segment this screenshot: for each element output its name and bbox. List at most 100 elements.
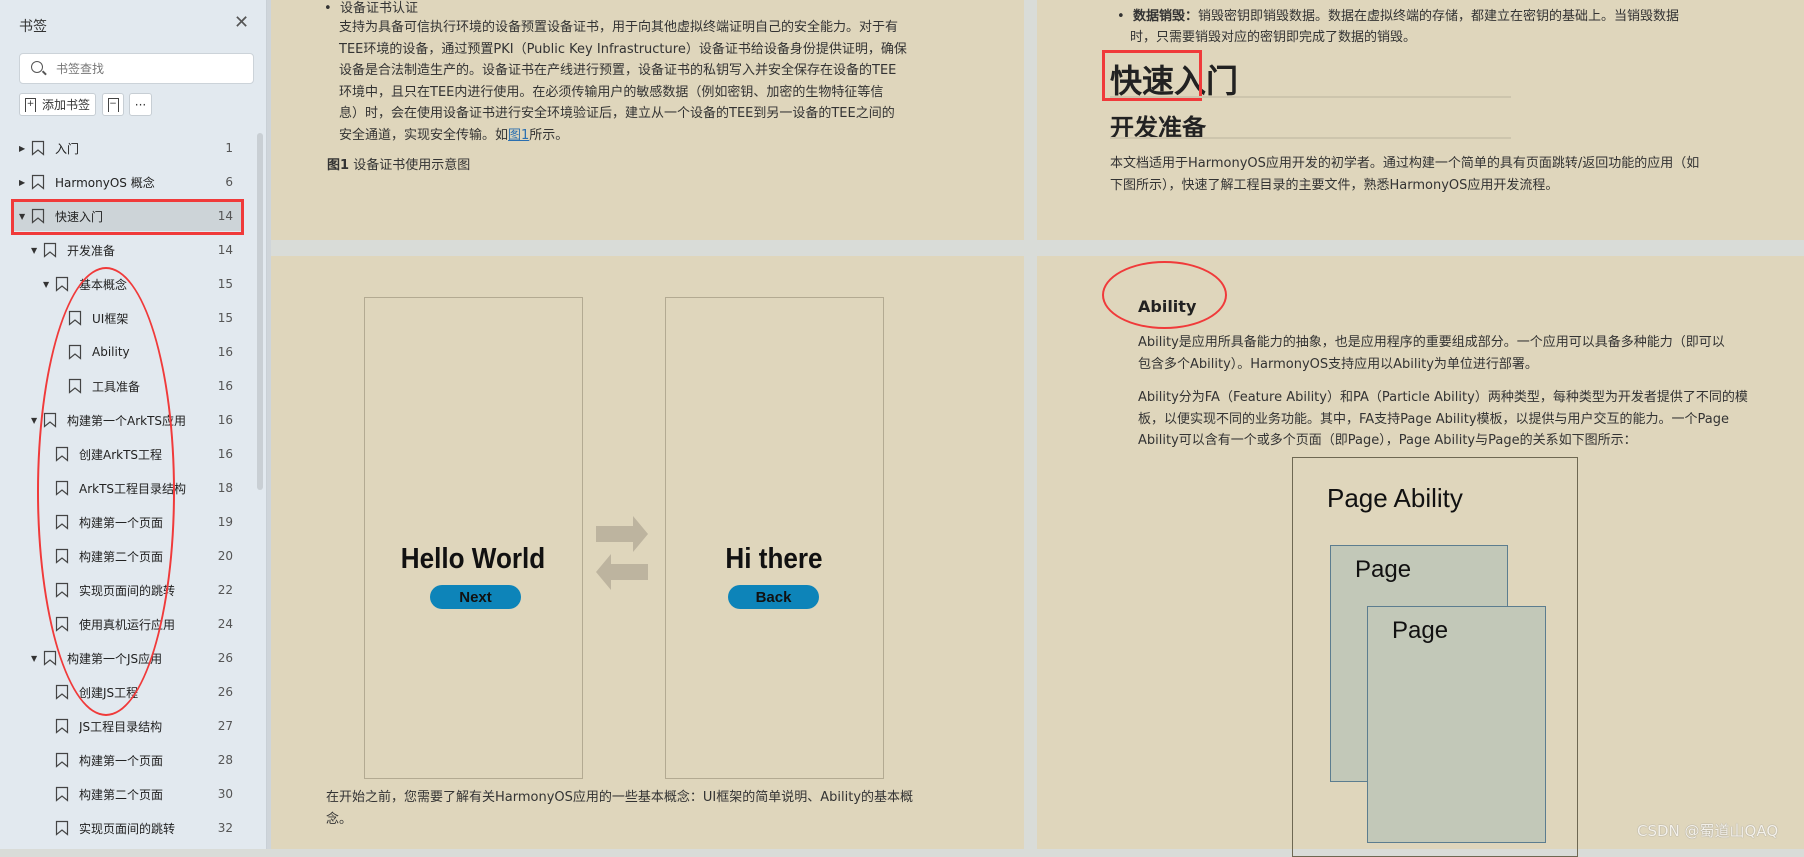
bookmark-icon — [55, 480, 69, 496]
paragraph: Ability分为FA（Feature Ability）和PA（Particle… — [1138, 387, 1748, 452]
bookmark-label: 入门 — [55, 141, 80, 156]
figure-label: 图1 — [327, 158, 350, 173]
bookmark-item[interactable]: 实现页面间的跳转 22 — [12, 575, 243, 605]
paragraph: 本文档适用于HarmonyOS应用开发的初学者。通过构建一个简单的具有页面跳转/… — [1110, 153, 1699, 196]
collapse-toggle-icon[interactable]: ▼ — [31, 654, 37, 663]
bookmark-page-number: 26 — [217, 651, 233, 665]
bookmark-label: UI框架 — [92, 311, 129, 326]
bookmark-page-number: 15 — [217, 277, 233, 291]
bullet-item: • 数据销毁：销毁密钥即销毁数据。数据在虚拟终端的存储，都建立在密钥的基础上。当… — [1117, 9, 1679, 24]
bookmark-page-number: 14 — [217, 209, 233, 223]
bookmark-item[interactable]: Ability 16 — [12, 337, 243, 367]
bookmark-label: 创建JS工程 — [79, 685, 139, 700]
bookmark-item[interactable]: ▶ HarmonyOS 概念 6 — [12, 167, 243, 197]
bookmark-icon — [55, 786, 69, 802]
bookmark-item[interactable]: ▼ 构建第一个ArkTS应用 16 — [12, 405, 243, 435]
watermark: CSDN @蜀道山QAQ — [1637, 822, 1779, 840]
annotation-box — [1102, 50, 1202, 101]
page-top-right: • 数据销毁：销毁密钥即销毁数据。数据在虚拟终端的存储，都建立在密钥的基础上。当… — [1037, 0, 1804, 240]
text-line: Ability可以含有一个或多个页面（即Page），Page Ability与P… — [1138, 433, 1637, 448]
page-top-left: • 设备证书认证 支持为具备可信执行环境的设备预置设备证书，用于向其他虚拟终端证… — [271, 0, 1024, 240]
text-line: Ability分为FA（Feature Ability）和PA（Particle… — [1138, 390, 1748, 405]
text-line: 时，只需要销毁对应的密钥即完成了数据的销毁。 — [1130, 30, 1417, 45]
bookmark-item[interactable]: 创建ArkTS工程 16 — [12, 439, 243, 469]
bookmark-item[interactable]: 工具准备 16 — [12, 371, 243, 401]
text-line: 板，以便实现不同的业务功能。其中，FA支持Page Ability模板，以提供与… — [1138, 411, 1730, 427]
bookmark-search[interactable] — [19, 53, 254, 84]
bookmark-label: 使用真机运行应用 — [79, 617, 176, 632]
figure-caption: 图1 设备证书使用示意图 — [327, 155, 470, 177]
bookmark-item[interactable]: 构建第二个页面 20 — [12, 541, 243, 571]
bookmark-icon — [31, 208, 45, 224]
bookmark-item[interactable]: ▼ 构建第一个JS应用 26 — [12, 643, 243, 673]
bookmark-label: JS工程目录结构 — [79, 719, 163, 734]
expand-toggle-icon[interactable]: ▶ — [19, 144, 25, 153]
expand-toggle-icon[interactable]: ▶ — [19, 178, 25, 187]
navigation-arrows — [596, 516, 648, 590]
bookmark-item[interactable]: 构建第二个页面 30 — [12, 779, 243, 809]
bookmark-page-number: 15 — [217, 311, 233, 325]
bookmark-icon — [43, 242, 57, 258]
page-ability-diagram: Page Ability Page Page — [1292, 457, 1578, 857]
bookmark-label: 构建第二个页面 — [79, 549, 164, 564]
arrow-right-icon — [596, 516, 648, 552]
bookmark-item[interactable]: 创建JS工程 26 — [12, 677, 243, 707]
bookmark-label: 基本概念 — [79, 277, 128, 292]
back-button: Back — [728, 585, 819, 609]
collapse-toggle-icon[interactable]: ▼ — [31, 246, 37, 255]
bookmark-page-number: 16 — [217, 345, 233, 359]
bookmark-item[interactable]: JS工程目录结构 27 — [12, 711, 243, 741]
search-input[interactable] — [56, 59, 246, 79]
bookmark-label: 构建第一个页面 — [79, 753, 164, 768]
collapse-toggle-icon[interactable]: ▼ — [31, 416, 37, 425]
text-line: Ability是应用所具备能力的抽象，也是应用程序的重要组成部分。一个应用可以具… — [1138, 335, 1725, 350]
bookmark-icon — [31, 174, 45, 190]
bookmark-item[interactable]: ArkTS工程目录结构 18 — [12, 473, 243, 503]
bookmark-label: Ability — [92, 345, 130, 359]
collapse-toggle-icon[interactable]: ▼ — [19, 212, 25, 221]
bookmark-item[interactable]: 使用真机运行应用 24 — [12, 609, 243, 639]
page-bottom-right: Ability Ability是应用所具备能力的抽象，也是应用程序的重要组成部分… — [1037, 256, 1804, 857]
bookmark-item[interactable]: 实现页面间的跳转 32 — [12, 813, 243, 843]
bookmark-page-number: 14 — [217, 243, 233, 257]
bookmark-page-number: 22 — [217, 583, 233, 597]
bookmark-icon — [55, 820, 69, 836]
collapse-toggle-icon[interactable]: ▼ — [43, 280, 49, 289]
text-line: 本文档适用于HarmonyOS应用开发的初学者。通过构建一个简单的具有页面跳转/… — [1110, 156, 1700, 171]
bookmark-label: 开发准备 — [67, 243, 116, 258]
bookmark-item[interactable]: 构建第一个页面 28 — [12, 745, 243, 775]
bookmark-item[interactable]: ▼ 基本概念 15 — [12, 269, 243, 299]
figure-link[interactable]: 图1 — [508, 128, 529, 143]
caption-text: 设备证书使用示意图 — [353, 158, 471, 173]
bookmark-item[interactable]: ▼ 开发准备 14 — [12, 235, 243, 265]
close-icon[interactable]: ✕ — [234, 12, 249, 33]
bullet-bold: 数据销毁： — [1132, 9, 1198, 24]
bookmark-page-number: 27 — [217, 719, 233, 733]
bookmark-icon — [68, 378, 82, 394]
remove-bookmark-button[interactable]: − — [102, 93, 124, 116]
text-line: 包含多个Ability）。HarmonyOS支持应用以Ability为单位进行部… — [1138, 356, 1538, 372]
add-bookmark-button[interactable]: + 添加书签 — [19, 93, 96, 116]
bookmark-item[interactable]: ▶ 入门 1 — [12, 133, 243, 163]
bookmark-item[interactable]: 构建第一个页面 19 — [12, 507, 243, 537]
diagram-page-box: Page — [1367, 606, 1546, 843]
bookmark-item[interactable]: UI框架 15 — [12, 303, 243, 333]
text-line: 销毁密钥即销毁数据。数据在虚拟终端的存储，都建立在密钥的基础上。当销毁数据 — [1197, 9, 1679, 24]
next-button: Next — [430, 585, 521, 609]
bookmark-label: 构建第二个页面 — [79, 787, 164, 802]
arrow-left-icon — [596, 554, 648, 590]
bookmark-page-number: 30 — [217, 787, 233, 801]
bookmark-icon — [55, 752, 69, 768]
hi-title: Hi there — [725, 543, 823, 575]
screen-hello: Hello World Next — [364, 297, 583, 779]
hello-title: Hello World — [400, 543, 546, 575]
scrollbar[interactable] — [257, 133, 263, 490]
bookmark-item[interactable]: ▼ 快速入门 14 — [12, 201, 243, 231]
bookmark-icon — [55, 684, 69, 700]
paragraph: 在开始之前，您需要了解有关HarmonyOS应用的一些基本概念：UI框架的简单说… — [326, 787, 913, 830]
text: 安全通道，实现安全传输。如 — [339, 127, 509, 143]
bookmark-label: 快速入门 — [55, 209, 104, 224]
more-button[interactable]: ··· — [129, 93, 152, 116]
bookmark-label: HarmonyOS 概念 — [55, 175, 155, 190]
page-bottom-left: Hello World Next Hi there Back 在开始之前，您需要… — [271, 256, 1024, 849]
